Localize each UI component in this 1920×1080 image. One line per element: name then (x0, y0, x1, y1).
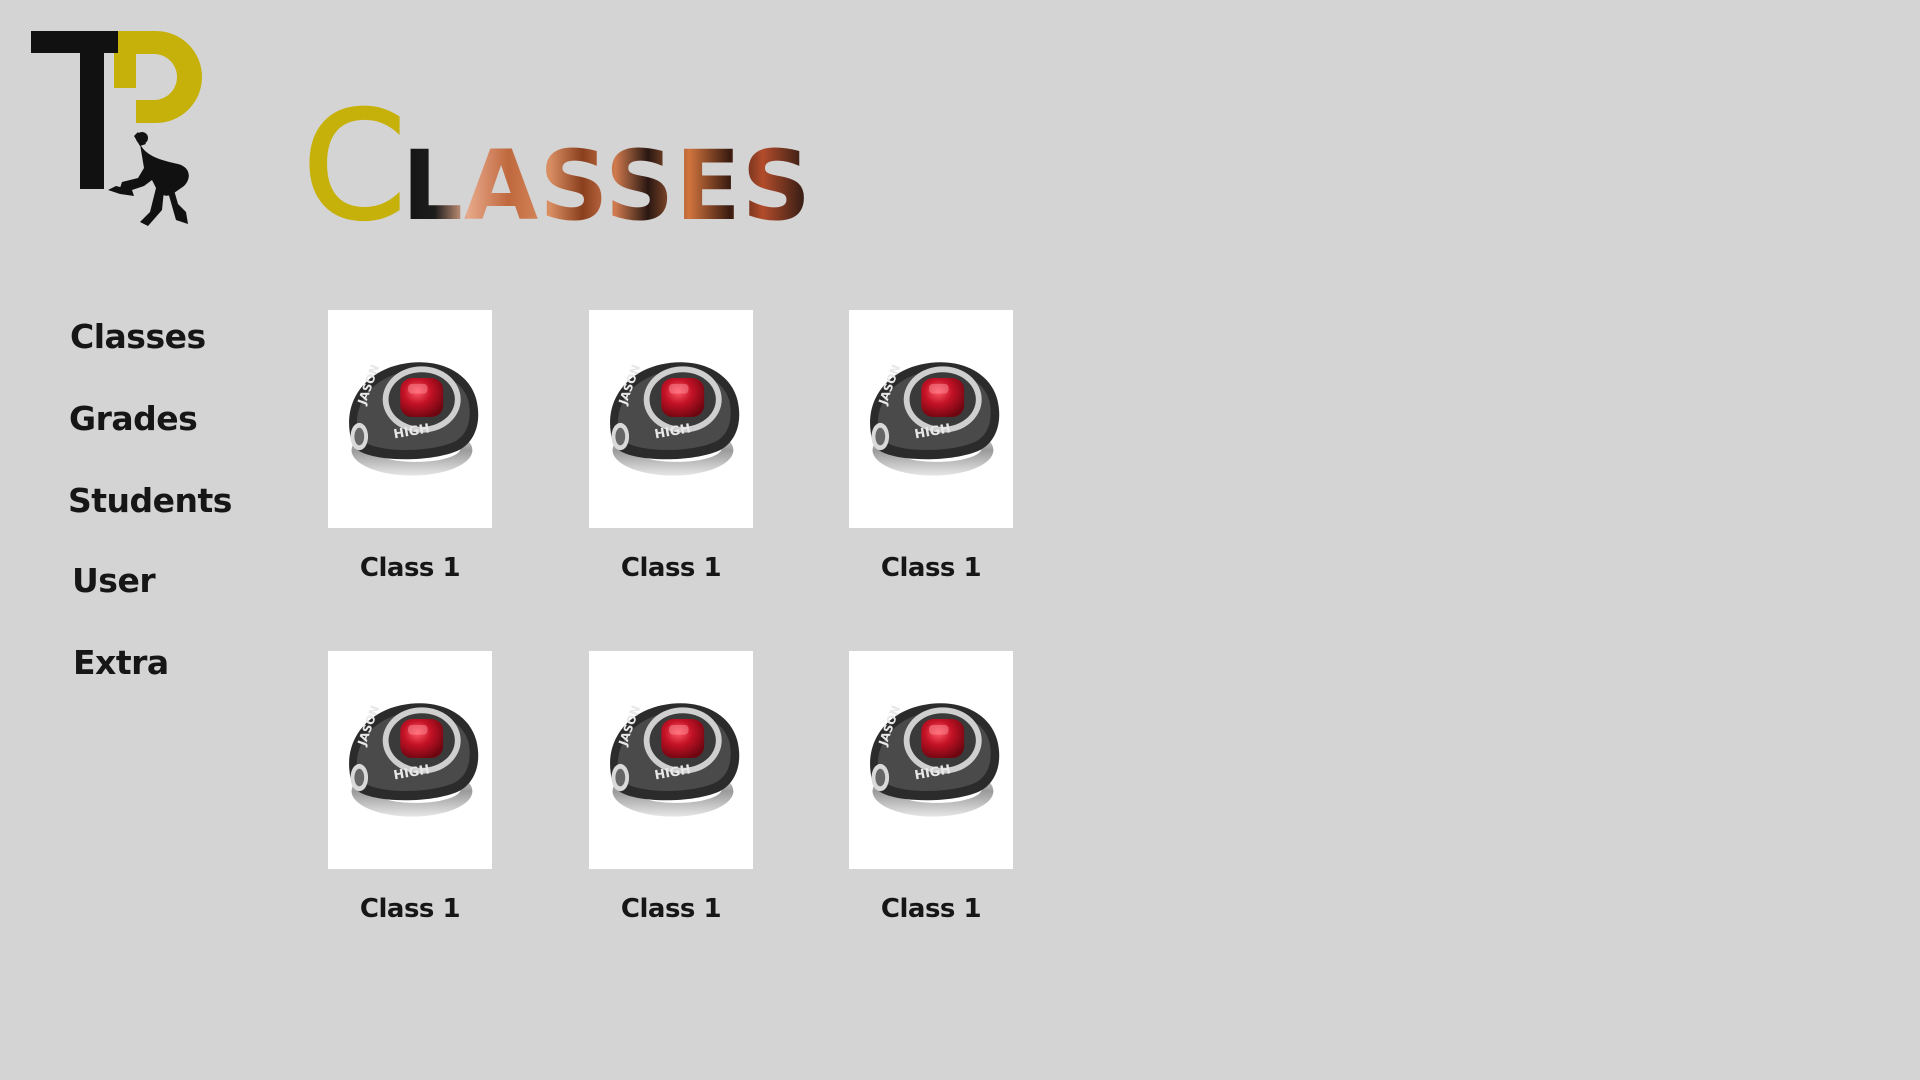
sidebar-item-user[interactable]: User (72, 561, 156, 600)
class-ring-icon (332, 682, 488, 838)
class-thumbnail[interactable] (849, 310, 1013, 528)
class-grid: Class 1 Class 1 Class 1 Class 1 Class 1 … (328, 310, 1048, 950)
class-label[interactable]: Class 1 (328, 553, 492, 583)
page-title-rest: LASSES (401, 129, 812, 242)
class-label[interactable]: Class 1 (849, 553, 1013, 583)
class-thumbnail[interactable] (589, 310, 753, 528)
class-card[interactable]: Class 1 (589, 651, 753, 924)
class-ring-icon (593, 341, 749, 497)
class-ring-icon (332, 341, 488, 497)
sidebar-item-classes[interactable]: Classes (70, 317, 206, 356)
class-ring-icon (593, 682, 749, 838)
page-title-initial: C (301, 80, 408, 254)
class-ring-icon (853, 341, 1009, 497)
class-label[interactable]: Class 1 (589, 553, 753, 583)
class-card[interactable]: Class 1 (589, 310, 753, 583)
class-thumbnail[interactable] (849, 651, 1013, 869)
class-card[interactable]: Class 1 (328, 310, 492, 583)
class-label[interactable]: Class 1 (589, 894, 753, 924)
sidebar-item-students[interactable]: Students (68, 481, 232, 520)
class-label[interactable]: Class 1 (328, 894, 492, 924)
tp-logo-climber-icon (31, 31, 202, 226)
class-card[interactable]: Class 1 (328, 651, 492, 924)
class-thumbnail[interactable] (328, 651, 492, 869)
class-card[interactable]: Class 1 (849, 310, 1013, 583)
sidebar-item-extra[interactable]: Extra (73, 643, 169, 682)
class-thumbnail[interactable] (328, 310, 492, 528)
sidebar-item-grades[interactable]: Grades (69, 399, 198, 438)
class-card[interactable]: Class 1 (849, 651, 1013, 924)
class-thumbnail[interactable] (589, 651, 753, 869)
sidebar-nav: Classes Grades Students User Extra (0, 300, 260, 720)
page-title: C LASSES (301, 80, 812, 254)
class-label[interactable]: Class 1 (849, 894, 1013, 924)
tp-logo[interactable] (28, 28, 208, 238)
class-ring-icon (853, 682, 1009, 838)
